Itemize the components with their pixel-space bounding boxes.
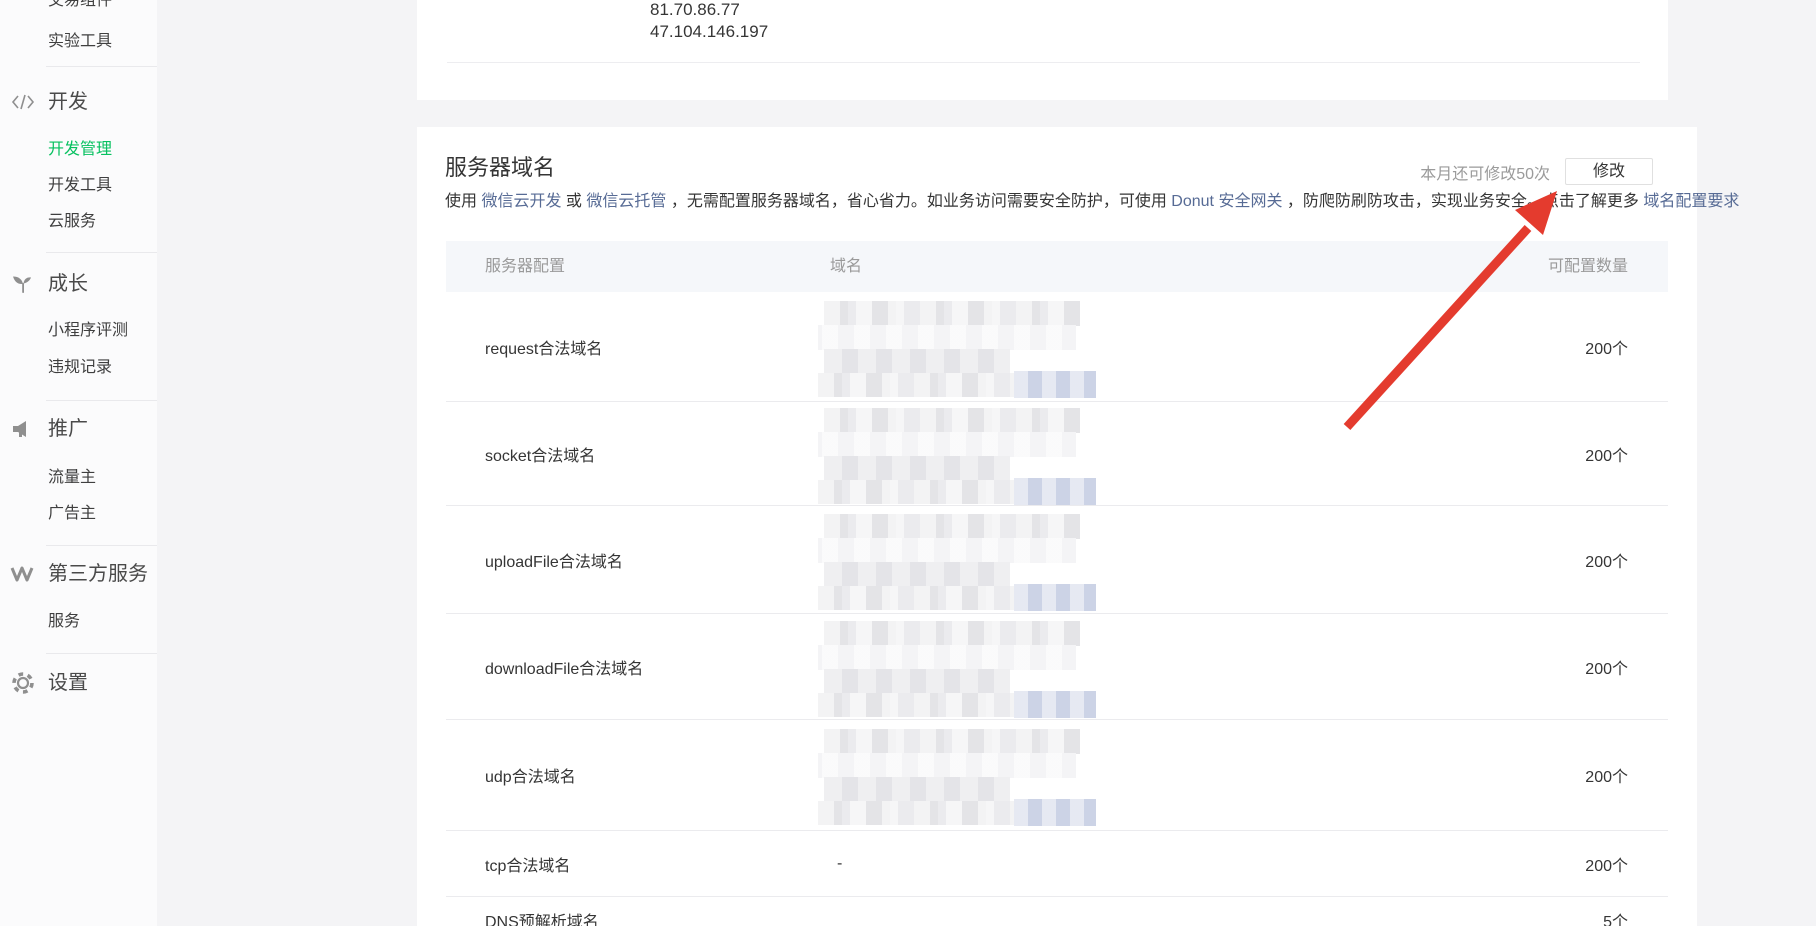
sidebar-divider	[46, 66, 157, 67]
table-row: uploadFile合法域名 200个	[446, 506, 1668, 614]
table-row: socket合法域名 200个	[446, 402, 1668, 506]
sidebar-item-trade-components[interactable]: 交易组件	[48, 0, 112, 11]
row-label: socket合法域名	[485, 442, 595, 466]
third-party-icon	[10, 561, 36, 587]
code-icon	[10, 89, 36, 115]
link-wechat-cloud-dev[interactable]: 微信云开发	[481, 193, 561, 210]
table-row: DNS预解析域名 5个	[446, 897, 1668, 926]
row-label: udp合法域名	[485, 763, 576, 787]
description-text: ，防爬防刷防攻击，实现业务安全。点击了解更多	[1282, 193, 1643, 210]
row-count: 200个	[1585, 655, 1628, 679]
ip-card: 81.70.86.77 47.104.146.197	[417, 0, 1668, 100]
monthly-quota-note: 本月还可修改50次	[1420, 160, 1550, 184]
column-header-domain: 域名	[830, 241, 862, 292]
sidebar-divider	[46, 252, 157, 253]
sidebar-section-promotion[interactable]: 推广	[48, 416, 88, 442]
row-domain-value: -	[837, 855, 842, 873]
sidebar-divider	[46, 400, 157, 401]
link-wechat-cloud-hosting[interactable]: 微信云托管	[586, 193, 666, 210]
link-domain-config-requirements[interactable]: 域名配置要求	[1643, 193, 1739, 210]
redacted-domain-mosaic	[818, 729, 1096, 825]
sidebar-item-advertiser[interactable]: 广告主	[48, 504, 96, 524]
sidebar-item-develop-tools[interactable]: 开发工具	[48, 176, 112, 196]
sidebar-section-develop[interactable]: 开发	[48, 89, 88, 115]
sidebar-divider	[46, 545, 157, 546]
link-donut-gateway[interactable]: Donut 安全网关	[1171, 193, 1282, 210]
row-label: uploadFile合法域名	[485, 548, 623, 572]
page-title: 服务器域名	[445, 153, 555, 183]
description-text: 使用	[445, 193, 481, 210]
row-label: request合法域名	[485, 335, 602, 359]
row-count: 200个	[1585, 763, 1628, 787]
redacted-domain-mosaic	[818, 514, 1096, 610]
row-label: downloadFile合法域名	[485, 655, 643, 679]
ip-address: 81.70.86.77	[650, 0, 740, 20]
sidebar-item-develop-management[interactable]: 开发管理	[48, 140, 112, 160]
table-row: udp合法域名 200个	[446, 720, 1668, 831]
row-count: 200个	[1585, 442, 1628, 466]
column-header-configurable-count: 可配置数量	[1548, 241, 1628, 292]
sidebar-section-settings[interactable]: 设置	[48, 670, 88, 696]
sidebar-item-traffic-owner[interactable]: 流量主	[48, 468, 96, 488]
row-label: tcp合法域名	[485, 852, 570, 876]
domain-table: 服务器配置 域名 可配置数量 request合法域名 200个 socket合法…	[446, 241, 1668, 926]
description-text: ，无需配置服务器域名，省心省力。如业务访问需要安全防护，可使用	[666, 193, 1171, 210]
sprout-icon	[10, 271, 36, 297]
row-count: 200个	[1585, 548, 1628, 572]
sidebar-section-third-party-service[interactable]: 第三方服务	[48, 561, 148, 587]
megaphone-icon	[10, 416, 36, 442]
table-row: tcp合法域名 - 200个	[446, 831, 1668, 897]
table-row: request合法域名 200个	[446, 292, 1668, 402]
sidebar-divider	[46, 653, 157, 654]
gear-icon	[10, 670, 36, 696]
row-count: 200个	[1585, 335, 1628, 359]
redacted-domain-mosaic	[818, 408, 1096, 504]
ip-address: 47.104.146.197	[650, 22, 768, 42]
redacted-domain-mosaic	[818, 301, 1096, 397]
sidebar-item-experiment-tools[interactable]: 实验工具	[48, 32, 112, 52]
sidebar-item-service[interactable]: 服务	[48, 612, 80, 632]
sidebar-item-violation-records[interactable]: 违规记录	[48, 358, 112, 378]
table-row: downloadFile合法域名 200个	[446, 614, 1668, 720]
sidebar-item-miniprogram-evaluation[interactable]: 小程序评测	[48, 321, 128, 341]
sidebar-item-cloud-service[interactable]: 云服务	[48, 212, 96, 232]
redacted-domain-mosaic	[818, 621, 1096, 717]
row-label: DNS预解析域名	[485, 908, 599, 926]
server-domain-description: 使用 微信云开发 或 微信云托管 ，无需配置服务器域名，省心省力。如业务访问需要…	[445, 191, 1739, 213]
divider	[447, 62, 1640, 63]
row-count: 5个	[1603, 908, 1628, 926]
modify-button[interactable]: 修改	[1565, 158, 1653, 185]
column-header-server-config: 服务器配置	[485, 241, 565, 292]
row-count: 200个	[1585, 852, 1628, 876]
description-text: 或	[561, 193, 586, 210]
sidebar: 交易组件 实验工具 开发 开发管理 开发工具 云服务 成长 小程序评测 违规记录…	[0, 0, 157, 926]
server-domain-card: 服务器域名 使用 微信云开发 或 微信云托管 ，无需配置服务器域名，省心省力。如…	[417, 127, 1697, 926]
table-header: 服务器配置 域名 可配置数量	[446, 241, 1668, 292]
sidebar-section-growth[interactable]: 成长	[48, 271, 88, 297]
